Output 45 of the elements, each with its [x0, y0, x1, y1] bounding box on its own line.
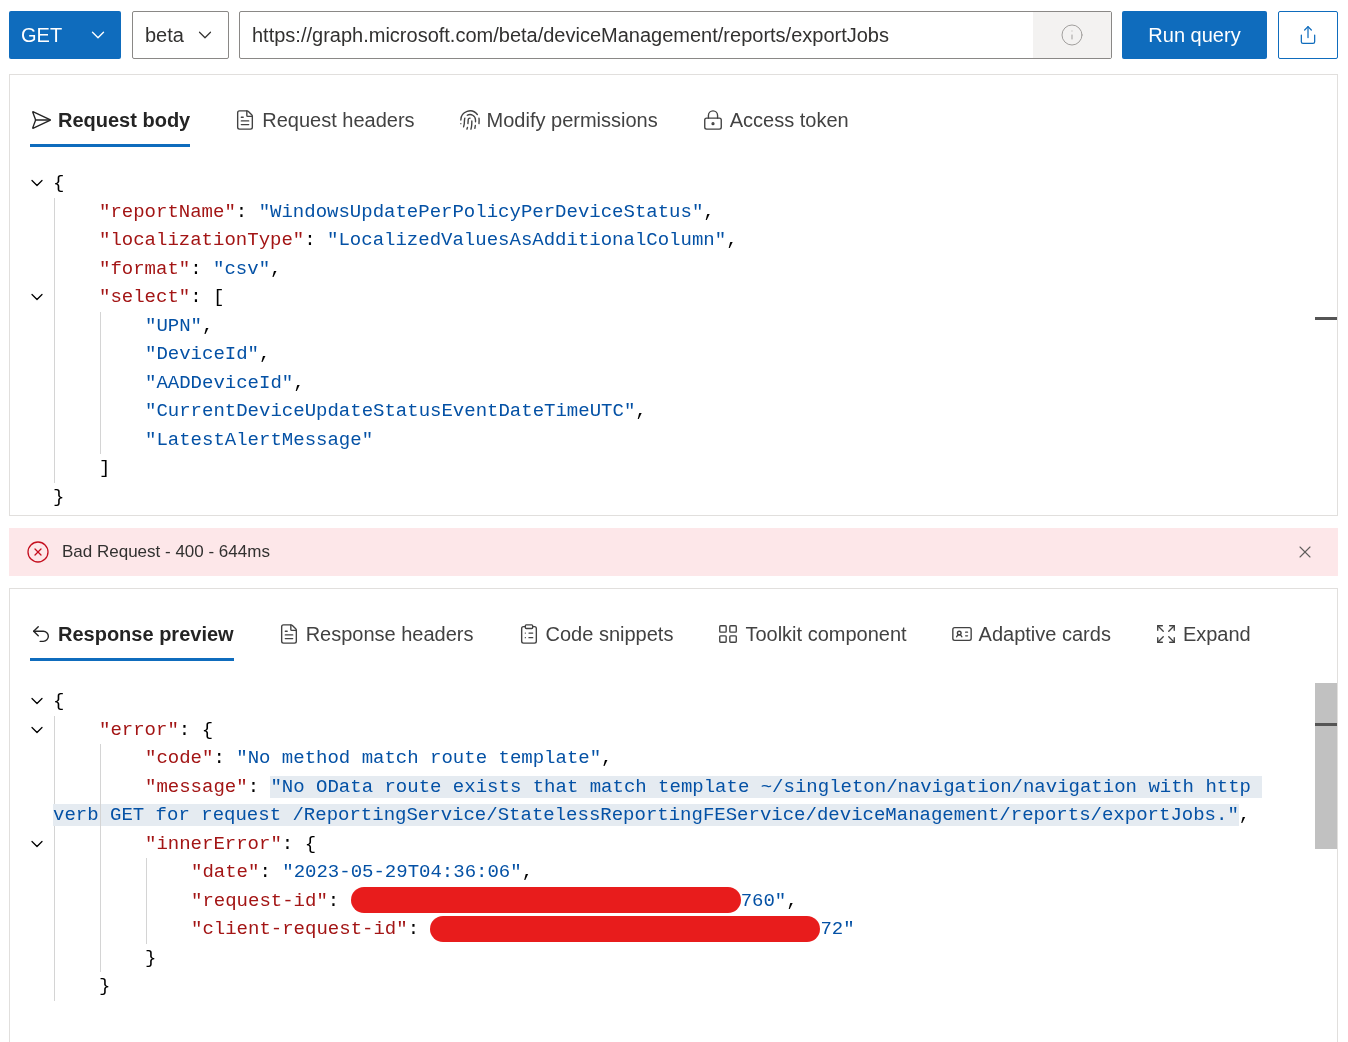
code-line: "reportName": "WindowsUpdatePerPolicyPerDeviceStatus", — [98, 199, 716, 225]
code-line: "CurrentDeviceUpdateStatusEventDateTimeUTC", — [144, 399, 648, 424]
share-button[interactable] — [1278, 11, 1338, 59]
code-line: "DeviceId", — [144, 342, 272, 367]
method-dropdown[interactable]: GET — [9, 11, 121, 59]
tab[interactable]: Modify permissions — [458, 95, 658, 147]
code-line: "LatestAlertMessage" — [144, 427, 375, 453]
expand-icon — [1154, 622, 1177, 645]
tab[interactable]: Request body — [30, 95, 191, 147]
lock-icon — [701, 108, 724, 131]
code-line: "innerError": { — [144, 831, 318, 857]
code-line: ] — [98, 456, 112, 481]
code-line: { — [53, 171, 66, 196]
code-line: } — [53, 484, 66, 510]
code-line: { — [53, 689, 66, 714]
status-message: Bad Request - 400 - 644ms — [62, 541, 270, 564]
code-line: "client-request-id": 72" — [53, 915, 1265, 944]
tab[interactable]: Access token — [701, 95, 849, 147]
code-line: "format": "csv", — [98, 256, 283, 282]
code-line: "UPN", — [144, 313, 215, 339]
tab[interactable]: Request headers — [234, 95, 415, 147]
error-icon — [26, 540, 50, 564]
code-line: "code": "No method match route template", — [144, 746, 614, 771]
tab[interactable]: Toolkit component — [717, 609, 907, 661]
tab[interactable]: Code snippets — [517, 609, 674, 661]
code-line: "AADDeviceId", — [144, 370, 306, 396]
code-line: "select": [ — [98, 285, 226, 310]
tab[interactable]: Response preview — [30, 609, 234, 661]
tab[interactable]: Expand — [1154, 609, 1251, 661]
code-line: "request-id": 760", — [190, 886, 799, 915]
tab[interactable]: Adaptive cards — [950, 609, 1111, 661]
tab[interactable]: Response headers — [277, 609, 474, 661]
share-icon — [1298, 25, 1318, 45]
send-icon — [30, 108, 52, 131]
grid-icon — [717, 622, 740, 645]
run-query-button[interactable]: Run query — [1122, 11, 1267, 59]
code-line: } — [98, 974, 112, 999]
fingerprint-icon — [458, 108, 481, 131]
scrollbar-thumb[interactable] — [1315, 683, 1337, 849]
code-line: "date": "2023-05-29T04:36:06", — [190, 860, 535, 885]
code-line: "localizationType": "LocalizedValuesAsAdditionalColumn", — [98, 228, 739, 253]
version-dropdown[interactable]: beta — [132, 11, 229, 59]
code-line: } — [144, 945, 158, 971]
code-line: "error": { — [98, 717, 215, 743]
url-field[interactable]: https://graph.microsoft.com/beta/deviceManagement/reports/exportJobs — [239, 11, 1112, 59]
